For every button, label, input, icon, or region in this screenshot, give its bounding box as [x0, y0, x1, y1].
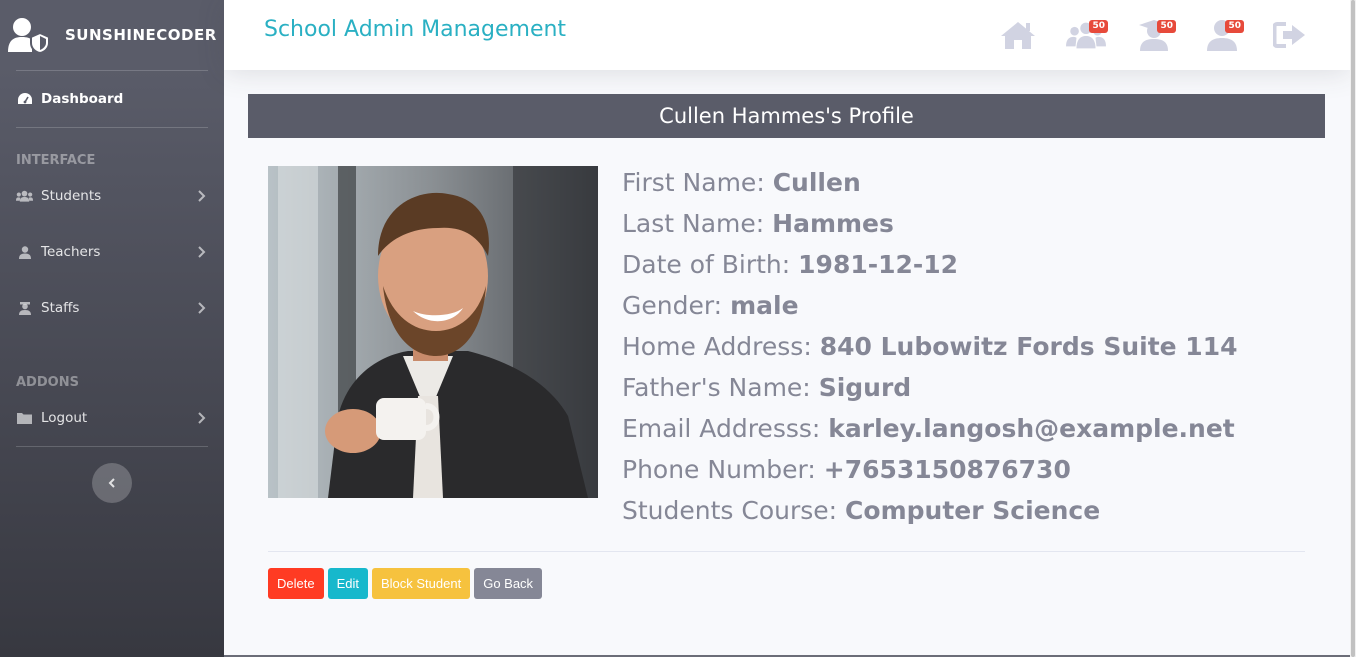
users-icon	[16, 189, 33, 203]
sidebar-item-label: Dashboard	[41, 91, 124, 107]
sidebar-heading-addons: ADDONS	[16, 375, 79, 390]
profile-details: First Name: Cullen Last Name: Hammes Dat…	[622, 162, 1238, 531]
user-graduate-icon[interactable]: 50	[1134, 18, 1176, 52]
detail-row-phone: Phone Number: +7653150876730	[622, 449, 1238, 490]
detail-row-home-address: Home Address: 840 Lubowitz Fords Suite 1…	[622, 326, 1238, 367]
brand-name: SUNSHINECODER	[65, 26, 217, 44]
detail-value: Sigurd	[818, 373, 912, 402]
folder-icon	[16, 411, 33, 425]
detail-label: Email Addresss:	[622, 414, 821, 443]
delete-button[interactable]: Delete	[268, 568, 324, 599]
app-title: School Admin Management	[264, 17, 567, 42]
brand[interactable]: SUNSHINECODER	[0, 0, 224, 70]
topbar-icons: 50 50 50	[998, 18, 1310, 52]
notification-badge: 50	[1089, 20, 1108, 33]
chevron-right-icon	[198, 412, 208, 424]
detail-label: Home Address:	[622, 332, 812, 361]
chevron-right-icon	[198, 302, 208, 314]
detail-label: Students Course:	[622, 496, 838, 525]
sidebar-toggle-wrap	[0, 463, 224, 503]
detail-value: male	[730, 291, 799, 320]
detail-row-first-name: First Name: Cullen	[622, 162, 1238, 203]
go-back-button[interactable]: Go Back	[474, 568, 543, 599]
notification-badge: 50	[1225, 20, 1244, 33]
chevron-left-icon	[108, 474, 116, 493]
users-icon[interactable]: 50	[1066, 18, 1108, 52]
content-divider	[268, 551, 1305, 552]
home-icon[interactable]	[998, 18, 1038, 52]
notification-badge: 50	[1157, 20, 1176, 33]
topbar: School Admin Management 50 50 50	[224, 0, 1350, 70]
sidebar-heading-interface: INTERFACE	[16, 153, 96, 168]
detail-value: Cullen	[772, 168, 861, 197]
chevron-right-icon	[198, 190, 208, 202]
detail-value: 1981-12-12	[798, 250, 959, 279]
user-icon[interactable]: 50	[1202, 18, 1244, 52]
profile-photo	[268, 166, 598, 498]
detail-value: Computer Science	[845, 496, 1101, 525]
detail-label: Last Name:	[622, 209, 765, 238]
detail-row-fathers-name: Father's Name: Sigurd	[622, 367, 1238, 408]
sidebar: SUNSHINECODER Dashboard INTERFACE Studen	[0, 0, 224, 657]
detail-label: First Name:	[622, 168, 765, 197]
detail-value: +7653150876730	[823, 455, 1071, 484]
sidebar-item-label: Logout	[41, 410, 88, 426]
user-shield-icon	[8, 16, 50, 55]
user-icon	[16, 245, 33, 259]
detail-row-email: Email Addresss: karley.langosh@example.n…	[622, 408, 1238, 449]
user-tie-icon	[16, 301, 33, 315]
sidebar-toggle-button[interactable]	[92, 463, 132, 503]
action-buttons: Delete Edit Block Student Go Back	[268, 568, 543, 599]
sign-out-icon[interactable]	[1270, 18, 1310, 52]
sidebar-item-teachers[interactable]: Teachers	[0, 224, 224, 280]
detail-row-date-of-birth: Date of Birth: 1981-12-12	[622, 244, 1238, 285]
scrollbar[interactable]	[1350, 0, 1356, 657]
detail-value: 840 Lubowitz Fords Suite 114	[819, 332, 1238, 361]
detail-value: karley.langosh@example.net	[828, 414, 1235, 443]
sidebar-item-label: Students	[41, 188, 102, 204]
scrollbar-thumb[interactable]	[1351, 0, 1355, 657]
detail-label: Date of Birth:	[622, 250, 791, 279]
detail-label: Father's Name:	[622, 373, 811, 402]
profile-header: Cullen Hammes's Profile	[248, 94, 1325, 138]
detail-row-course: Students Course: Computer Science	[622, 490, 1238, 531]
edit-button[interactable]: Edit	[327, 568, 368, 599]
detail-row-last-name: Last Name: Hammes	[622, 203, 1238, 244]
detail-row-gender: Gender: male	[622, 285, 1238, 326]
tachometer-icon	[16, 92, 33, 106]
detail-label: Phone Number:	[622, 455, 816, 484]
detail-label: Gender:	[622, 291, 723, 320]
detail-value: Hammes	[772, 209, 894, 238]
sidebar-item-dashboard[interactable]: Dashboard	[0, 71, 224, 127]
sidebar-item-label: Teachers	[41, 244, 101, 260]
sidebar-item-staffs[interactable]: Staffs	[0, 280, 224, 336]
chevron-right-icon	[198, 246, 208, 258]
block-student-button[interactable]: Block Student	[371, 568, 471, 599]
sidebar-item-logout[interactable]: Logout	[0, 390, 224, 446]
sidebar-item-label: Staffs	[41, 300, 80, 316]
sidebar-item-students[interactable]: Students	[0, 168, 224, 224]
sidebar-divider	[16, 446, 208, 447]
